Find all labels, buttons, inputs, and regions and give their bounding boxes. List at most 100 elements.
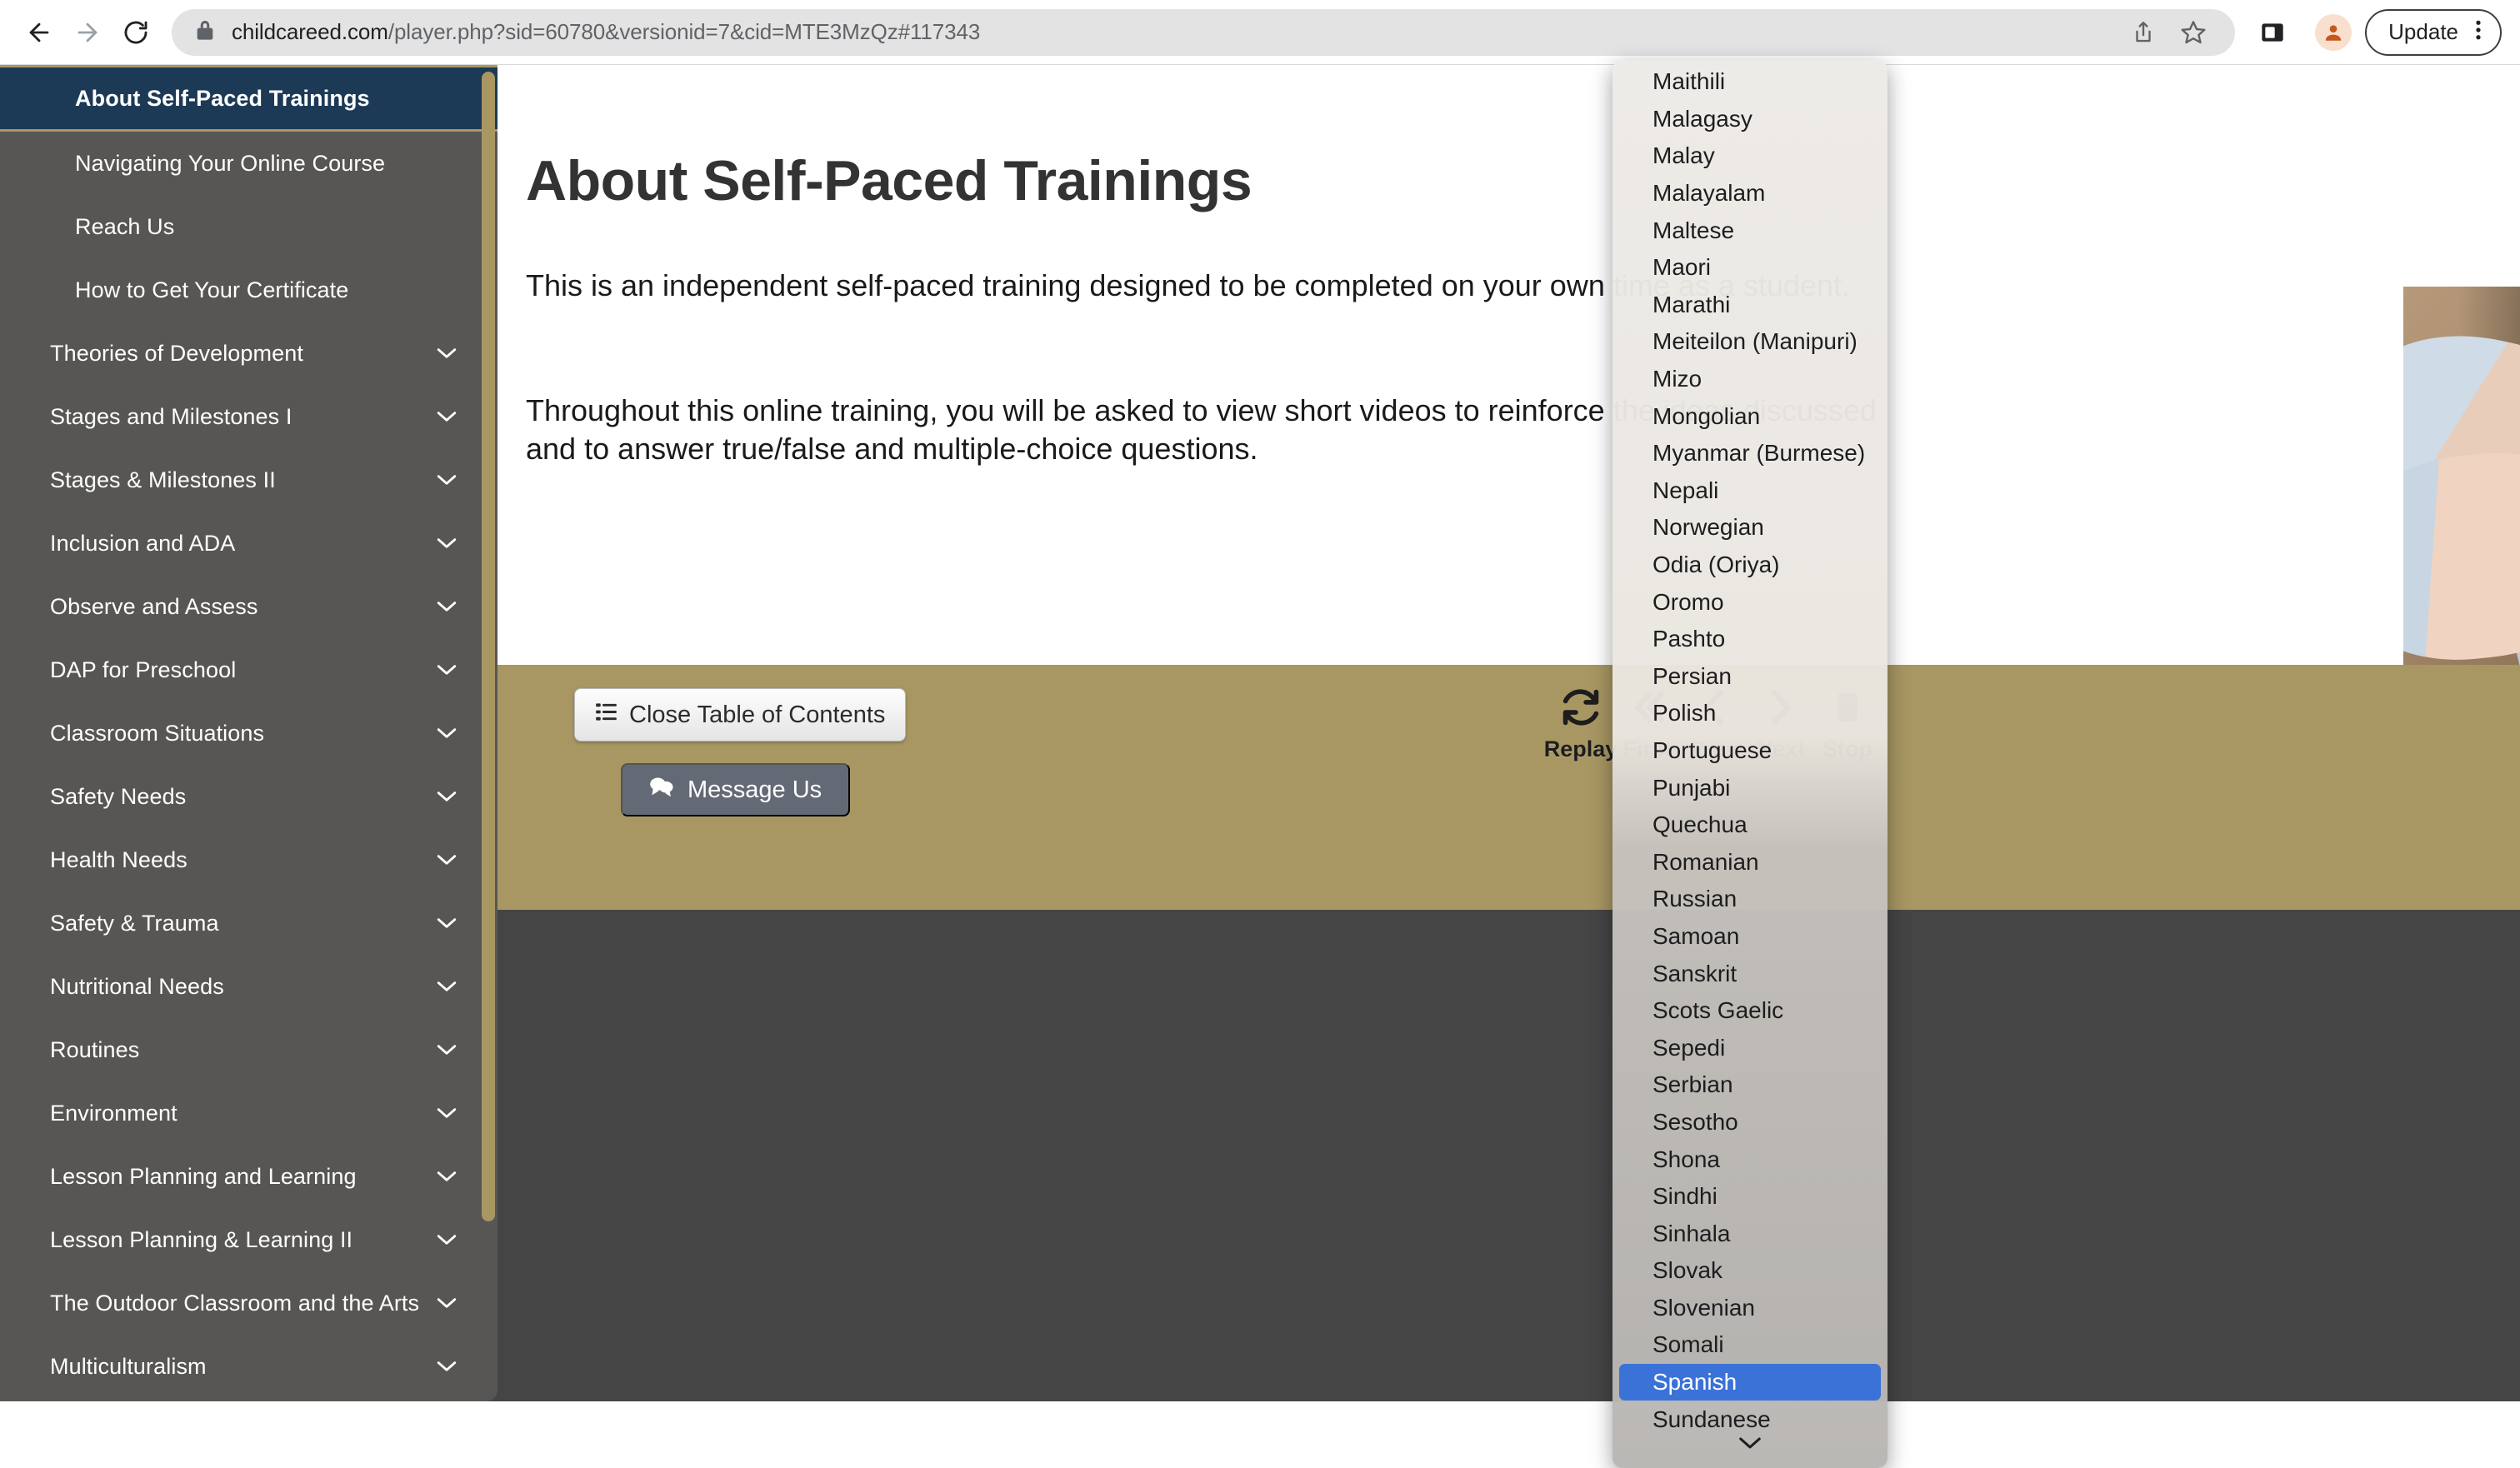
page-background-area xyxy=(498,910,2520,1401)
language-option-sesotho[interactable]: Sesotho xyxy=(1612,1104,1888,1141)
bookmark-button[interactable] xyxy=(2172,11,2215,54)
language-option-nepali[interactable]: Nepali xyxy=(1612,472,1888,510)
language-option-maithili[interactable]: Maithili xyxy=(1612,63,1888,101)
sidebar-item-dap-for-preschool[interactable]: DAP for Preschool xyxy=(0,638,498,702)
three-dot-menu-icon[interactable] xyxy=(2468,17,2488,47)
language-option-oromo[interactable]: Oromo xyxy=(1612,583,1888,621)
language-option-polish[interactable]: Polish xyxy=(1612,695,1888,732)
language-option-somali[interactable]: Somali xyxy=(1612,1326,1888,1364)
chat-bubble-icon xyxy=(649,775,674,805)
language-option-spanish[interactable]: Spanish xyxy=(1619,1364,1881,1401)
language-option-romanian[interactable]: Romanian xyxy=(1612,843,1888,881)
language-option-sinhala[interactable]: Sinhala xyxy=(1612,1215,1888,1252)
language-option-marathi[interactable]: Marathi xyxy=(1612,287,1888,324)
language-option-sanskrit[interactable]: Sanskrit xyxy=(1612,955,1888,992)
sidebar-item-safety-needs[interactable]: Safety Needs xyxy=(0,765,498,828)
language-option-shona[interactable]: Shona xyxy=(1612,1141,1888,1178)
language-option-samoan[interactable]: Samoan xyxy=(1612,918,1888,956)
language-option-scots-gaelic[interactable]: Scots Gaelic xyxy=(1612,992,1888,1030)
share-button[interactable] xyxy=(2122,11,2165,54)
message-us-button[interactable]: Message Us xyxy=(621,763,850,816)
sidebar-item-label: Navigating Your Online Course xyxy=(75,151,461,177)
sidebar-item-classroom-situations[interactable]: Classroom Situations xyxy=(0,702,498,765)
language-option-maltese[interactable]: Maltese xyxy=(1612,212,1888,249)
sidebar-item-environment[interactable]: Environment xyxy=(0,1081,498,1145)
language-option-portuguese[interactable]: Portuguese xyxy=(1612,732,1888,770)
browser-toolbar: childcareed.com/player.php?sid=60780&ver… xyxy=(0,0,2520,65)
forward-button[interactable] xyxy=(63,8,112,57)
sidebar-item-safety-trauma[interactable]: Safety & Trauma xyxy=(0,891,498,955)
language-option-malagasy[interactable]: Malagasy xyxy=(1612,101,1888,138)
slide-stage: About Self-Paced Trainings This is an in… xyxy=(498,65,2520,665)
sidebar-item-label: About Self-Paced Trainings xyxy=(75,86,461,112)
side-panel-button[interactable] xyxy=(2248,8,2297,57)
language-option-slovenian[interactable]: Slovenian xyxy=(1612,1290,1888,1327)
sidebar-item-label: Safety & Trauma xyxy=(50,911,432,936)
language-option-mizo[interactable]: Mizo xyxy=(1612,361,1888,398)
back-button[interactable] xyxy=(15,8,63,57)
language-option-malayalam[interactable]: Malayalam xyxy=(1612,175,1888,212)
language-option-mongolian[interactable]: Mongolian xyxy=(1612,397,1888,435)
address-bar[interactable]: childcareed.com/player.php?sid=60780&ver… xyxy=(172,9,2235,56)
share-icon xyxy=(2131,20,2156,45)
language-option-myanmar-burmese[interactable]: Myanmar (Burmese) xyxy=(1612,435,1888,472)
sidebar-item-lesson-planning-learning-ii[interactable]: Lesson Planning & Learning II xyxy=(0,1208,498,1271)
sidebar-item-multiculturalism[interactable]: Multiculturalism xyxy=(0,1335,498,1398)
sidebar-item-nutritional-needs[interactable]: Nutritional Needs xyxy=(0,955,498,1018)
sidebar-item-label: Safety Needs xyxy=(50,784,432,810)
table-of-contents-sidebar[interactable]: About Self-Paced Trainings Navigating You… xyxy=(0,65,498,1401)
language-option-maori[interactable]: Maori xyxy=(1612,249,1888,287)
language-option-odia-oriya[interactable]: Odia (Oriya) xyxy=(1612,547,1888,584)
sidebar-item-navigating-your-online-course[interactable]: Navigating Your Online Course xyxy=(0,132,498,195)
side-panel-icon xyxy=(2259,19,2286,46)
sidebar-item-routines[interactable]: Routines xyxy=(0,1018,498,1081)
language-select-dropdown[interactable]: MaithiliMalagasyMalayMalayalamMalteseMao… xyxy=(1612,60,1888,1468)
language-option-meiteilon-manipuri[interactable]: Meiteilon (Manipuri) xyxy=(1612,323,1888,361)
replay-button[interactable]: Replay xyxy=(1548,682,1614,762)
sidebar-item-the-outdoor-classroom-and-the-arts[interactable]: The Outdoor Classroom and the Arts xyxy=(0,1271,498,1335)
hands-typing-on-laptop-photo xyxy=(2385,268,2520,710)
sidebar-item-reach-us[interactable]: Reach Us xyxy=(0,195,498,258)
sidebar-item-lesson-planning-and-learning[interactable]: Lesson Planning and Learning xyxy=(0,1145,498,1208)
language-option-punjabi[interactable]: Punjabi xyxy=(1612,769,1888,806)
language-option-list: MaithiliMalagasyMalayMalayalamMalteseMao… xyxy=(1612,63,1888,1438)
chevron-down-icon xyxy=(432,1233,461,1246)
sidebar-item-observe-and-assess[interactable]: Observe and Assess xyxy=(0,575,498,638)
sidebar-item-theories-of-development[interactable]: Theories of Development xyxy=(0,322,498,385)
sidebar-item-how-to-get-your-certificate[interactable]: How to Get Your Certificate xyxy=(0,258,498,322)
update-button[interactable]: Update xyxy=(2365,9,2502,56)
reload-icon xyxy=(122,18,150,47)
avatar[interactable] xyxy=(2315,14,2352,51)
language-option-serbian[interactable]: Serbian xyxy=(1612,1066,1888,1104)
sidebar-item-label: Classroom Situations xyxy=(50,721,432,746)
page-title: About Self-Paced Trainings xyxy=(526,148,1252,213)
close-table-of-contents-button[interactable]: Close Table of Contents xyxy=(574,688,906,741)
sidebar-scrollbar[interactable] xyxy=(482,72,495,1221)
sidebar-item-label: Stages & Milestones II xyxy=(50,467,432,493)
sidebar-item-stages-milestones-ii[interactable]: Stages & Milestones II xyxy=(0,448,498,512)
sidebar-item-inclusion-and-ada[interactable]: Inclusion and ADA xyxy=(0,512,498,575)
sidebar-item-label: Health Needs xyxy=(50,847,432,873)
language-option-quechua[interactable]: Quechua xyxy=(1612,806,1888,844)
scroll-down-button[interactable] xyxy=(1612,1426,1888,1460)
chevron-down-icon xyxy=(432,600,461,613)
player-control-bar: Close Table of Contents Message Us Repla… xyxy=(498,665,2520,910)
sidebar-item-health-needs[interactable]: Health Needs xyxy=(0,828,498,891)
language-option-malay[interactable]: Malay xyxy=(1612,137,1888,175)
star-icon xyxy=(2180,19,2207,46)
sidebar-item-label: Multiculturalism xyxy=(50,1354,432,1380)
language-option-slovak[interactable]: Slovak xyxy=(1612,1252,1888,1290)
reload-button[interactable] xyxy=(112,8,160,57)
language-option-pashto[interactable]: Pashto xyxy=(1612,621,1888,658)
sidebar-item-stages-and-milestones-i[interactable]: Stages and Milestones I xyxy=(0,385,498,448)
language-option-sepedi[interactable]: Sepedi xyxy=(1612,1029,1888,1066)
language-option-russian[interactable]: Russian xyxy=(1612,881,1888,918)
chevron-down-icon xyxy=(432,1170,461,1183)
sidebar-item-label: Nutritional Needs xyxy=(50,974,432,1000)
language-option-persian[interactable]: Persian xyxy=(1612,658,1888,696)
chevron-down-icon xyxy=(432,790,461,803)
language-option-norwegian[interactable]: Norwegian xyxy=(1612,509,1888,547)
language-option-sindhi[interactable]: Sindhi xyxy=(1612,1178,1888,1216)
chevron-down-icon xyxy=(432,1360,461,1373)
sidebar-item-about-self-paced-trainings[interactable]: About Self-Paced Trainings xyxy=(0,65,498,132)
